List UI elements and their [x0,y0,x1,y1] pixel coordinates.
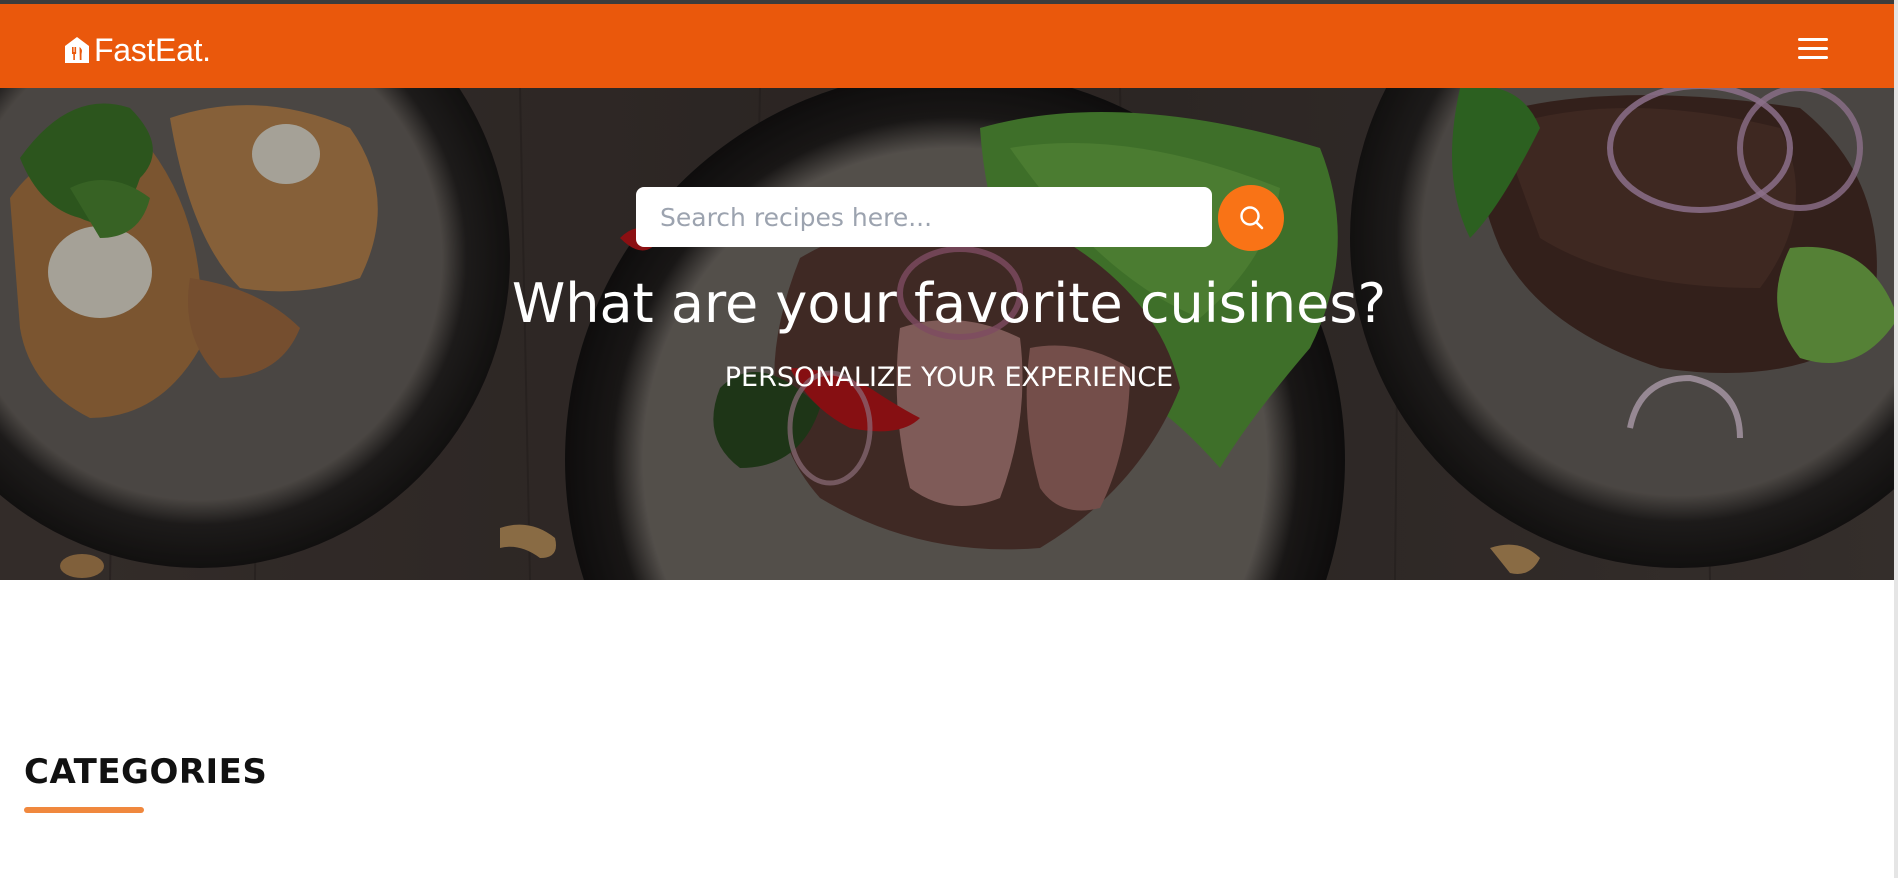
brand-name: FastEat. [94,32,211,68]
brand-logo-link[interactable]: FastEat. [64,32,211,68]
hamburger-menu-button[interactable] [1796,34,1830,64]
categories-underline [24,807,144,813]
hero-banner: What are your favorite cuisines? PERSONA… [0,88,1898,580]
hamburger-menu-icon-bar-2 [1798,47,1828,50]
hamburger-menu-icon [1798,38,1828,41]
search-button[interactable] [1218,185,1284,251]
navbar: FastEat. [0,4,1898,88]
categories-heading: CATEGORIES [24,752,268,792]
hero-title: What are your favorite cuisines? [511,272,1387,335]
hamburger-menu-icon-bar-3 [1798,56,1828,59]
page-scrollbar-track[interactable] [1894,0,1898,878]
hero-subtitle: PERSONALIZE YOUR EXPERIENCE [724,362,1174,393]
home-utensils-icon [65,37,89,63]
search-input[interactable] [636,187,1212,247]
search-icon [1240,206,1264,230]
